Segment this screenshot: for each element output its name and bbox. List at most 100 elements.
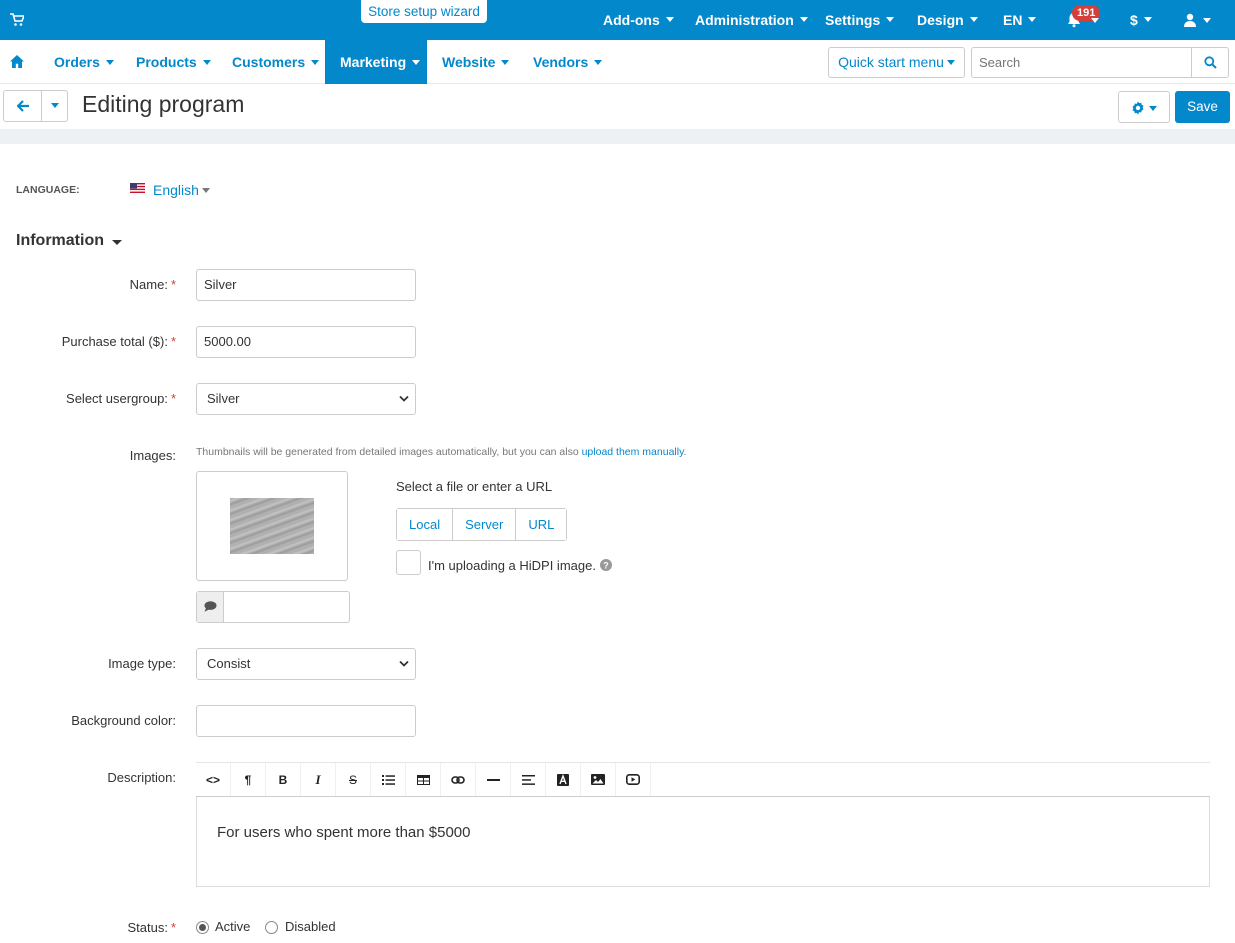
table-icon-glyph bbox=[416, 774, 430, 785]
section-title[interactable]: Information bbox=[16, 232, 104, 250]
list-icon-glyph bbox=[381, 774, 395, 785]
search-input[interactable] bbox=[971, 47, 1192, 78]
chevron-down-icon bbox=[1149, 106, 1157, 111]
nav-addons-label: Add-ons bbox=[603, 12, 660, 28]
bold-icon[interactable]: B bbox=[266, 763, 301, 796]
images-label: Images: bbox=[129, 448, 176, 463]
page-title: Editing program bbox=[82, 91, 245, 117]
nav-design-label: Design bbox=[917, 12, 964, 28]
nav-marketing-label: Marketing bbox=[340, 54, 407, 70]
nav-administration-label: Administration bbox=[695, 12, 794, 28]
chevron-down-icon[interactable] bbox=[112, 240, 122, 245]
file-source-title: Select a file or enter a URL bbox=[396, 479, 553, 494]
usergroup-label-text: Select usergroup: bbox=[66, 391, 168, 406]
video-icon[interactable] bbox=[616, 763, 651, 796]
home-icon[interactable] bbox=[10, 55, 24, 68]
nav-vendors[interactable]: Vendors bbox=[518, 40, 617, 84]
align-icon[interactable] bbox=[511, 763, 546, 796]
settings-dropdown-button[interactable] bbox=[1118, 91, 1170, 123]
chevron-down-icon bbox=[202, 59, 211, 65]
description-editor[interactable]: For users who spent more than $5000 bbox=[196, 797, 1210, 887]
link-icon[interactable] bbox=[441, 763, 476, 796]
horizontal-rule-icon[interactable] bbox=[476, 763, 511, 796]
image-icon[interactable] bbox=[581, 763, 616, 796]
language-selector[interactable]: English bbox=[153, 182, 210, 198]
search-button[interactable] bbox=[1191, 47, 1229, 78]
gear-icon bbox=[1132, 101, 1144, 115]
purchase-total-input[interactable]: 5000.00 bbox=[196, 326, 416, 358]
file-source-buttons: Local Server URL bbox=[396, 508, 568, 541]
usergroup-select[interactable]: Silver bbox=[196, 383, 416, 415]
nav-marketing[interactable]: Marketing bbox=[325, 40, 427, 84]
status-active-label[interactable]: Active bbox=[215, 919, 250, 934]
chevron-down-icon bbox=[201, 187, 210, 193]
purchase-total-label: Purchase total ($): * bbox=[62, 334, 176, 349]
nav-vendors-label: Vendors bbox=[533, 54, 589, 70]
nav-customers-label: Customers bbox=[232, 54, 306, 70]
image-type-value: Consist bbox=[207, 656, 251, 671]
store-setup-wizard-button[interactable]: Store setup wizard bbox=[361, 0, 487, 23]
quick-start-label: Quick start menu bbox=[838, 54, 944, 70]
quick-start-menu-button[interactable]: Quick start menu bbox=[828, 47, 965, 78]
table-icon[interactable] bbox=[406, 763, 441, 796]
user-icon[interactable] bbox=[1183, 13, 1197, 27]
nav-language[interactable]: EN bbox=[1003, 0, 1037, 40]
back-button[interactable] bbox=[3, 90, 42, 122]
strikethrough-icon[interactable]: S bbox=[336, 763, 371, 796]
images-hint-text: Thumbnails will be generated from detail… bbox=[196, 446, 582, 458]
nav-design[interactable]: Design bbox=[917, 0, 978, 40]
code-view-icon[interactable]: <> bbox=[196, 763, 231, 796]
chevron-down-icon[interactable] bbox=[1203, 18, 1211, 23]
nav-products-label: Products bbox=[136, 54, 197, 70]
save-button[interactable]: Save bbox=[1175, 91, 1230, 123]
comment-icon bbox=[204, 601, 217, 612]
image-alt-text-field[interactable] bbox=[196, 591, 350, 623]
server-button[interactable]: Server bbox=[452, 509, 516, 540]
chevron-down-icon bbox=[1028, 16, 1037, 22]
italic-icon[interactable]: I bbox=[301, 763, 336, 796]
nav-language-label: EN bbox=[1003, 12, 1023, 28]
chevron-down-icon bbox=[946, 59, 955, 65]
chevron-down-icon bbox=[594, 59, 603, 65]
nav-currency[interactable]: $ bbox=[1130, 0, 1152, 40]
image-thumbnail[interactable] bbox=[230, 498, 314, 554]
font-color-icon[interactable] bbox=[546, 763, 581, 796]
usergroup-value: Silver bbox=[207, 391, 240, 406]
chevron-down-icon bbox=[665, 16, 674, 22]
image-preview bbox=[196, 471, 348, 581]
svg-text:?: ? bbox=[603, 560, 609, 570]
nav-administration[interactable]: Administration bbox=[695, 0, 808, 40]
required-marker: * bbox=[170, 334, 176, 349]
list-icon[interactable] bbox=[371, 763, 406, 796]
nav-customers[interactable]: Customers bbox=[218, 40, 333, 84]
paragraph-icon[interactable]: ¶ bbox=[231, 763, 266, 796]
hidpi-checkbox[interactable] bbox=[396, 550, 421, 575]
status-disabled-radio[interactable] bbox=[265, 921, 278, 934]
header-divider bbox=[0, 129, 1235, 144]
url-button[interactable]: URL bbox=[515, 509, 567, 540]
nav-website[interactable]: Website bbox=[427, 40, 524, 84]
image-type-select[interactable]: Consist bbox=[196, 648, 416, 680]
images-hint: Thumbnails will be generated from detail… bbox=[196, 446, 687, 458]
chevron-down-icon bbox=[311, 59, 320, 65]
title-bar: Editing program Save bbox=[0, 85, 1235, 129]
chevron-down-icon bbox=[412, 59, 421, 65]
chevron-down-icon[interactable] bbox=[1091, 18, 1099, 23]
nav-addons[interactable]: Add-ons bbox=[603, 0, 674, 40]
name-input[interactable]: Silver bbox=[196, 269, 416, 301]
back-dropdown-button[interactable] bbox=[41, 90, 68, 122]
question-icon[interactable]: ? bbox=[600, 559, 612, 571]
us-flag-icon bbox=[130, 183, 145, 193]
upload-manually-link[interactable]: upload them manually bbox=[582, 446, 684, 458]
local-button[interactable]: Local bbox=[397, 509, 453, 540]
nav-settings[interactable]: Settings bbox=[825, 0, 895, 40]
nav-orders[interactable]: Orders bbox=[40, 40, 128, 84]
nav-products[interactable]: Products bbox=[122, 40, 225, 84]
background-color-input[interactable] bbox=[196, 705, 416, 737]
background-color-label: Background color: bbox=[71, 713, 176, 728]
search-icon bbox=[1204, 56, 1217, 69]
nav-currency-label: $ bbox=[1130, 12, 1138, 28]
status-disabled-label[interactable]: Disabled bbox=[285, 919, 336, 934]
cart-icon[interactable] bbox=[10, 13, 24, 27]
status-active-radio[interactable] bbox=[196, 921, 209, 934]
